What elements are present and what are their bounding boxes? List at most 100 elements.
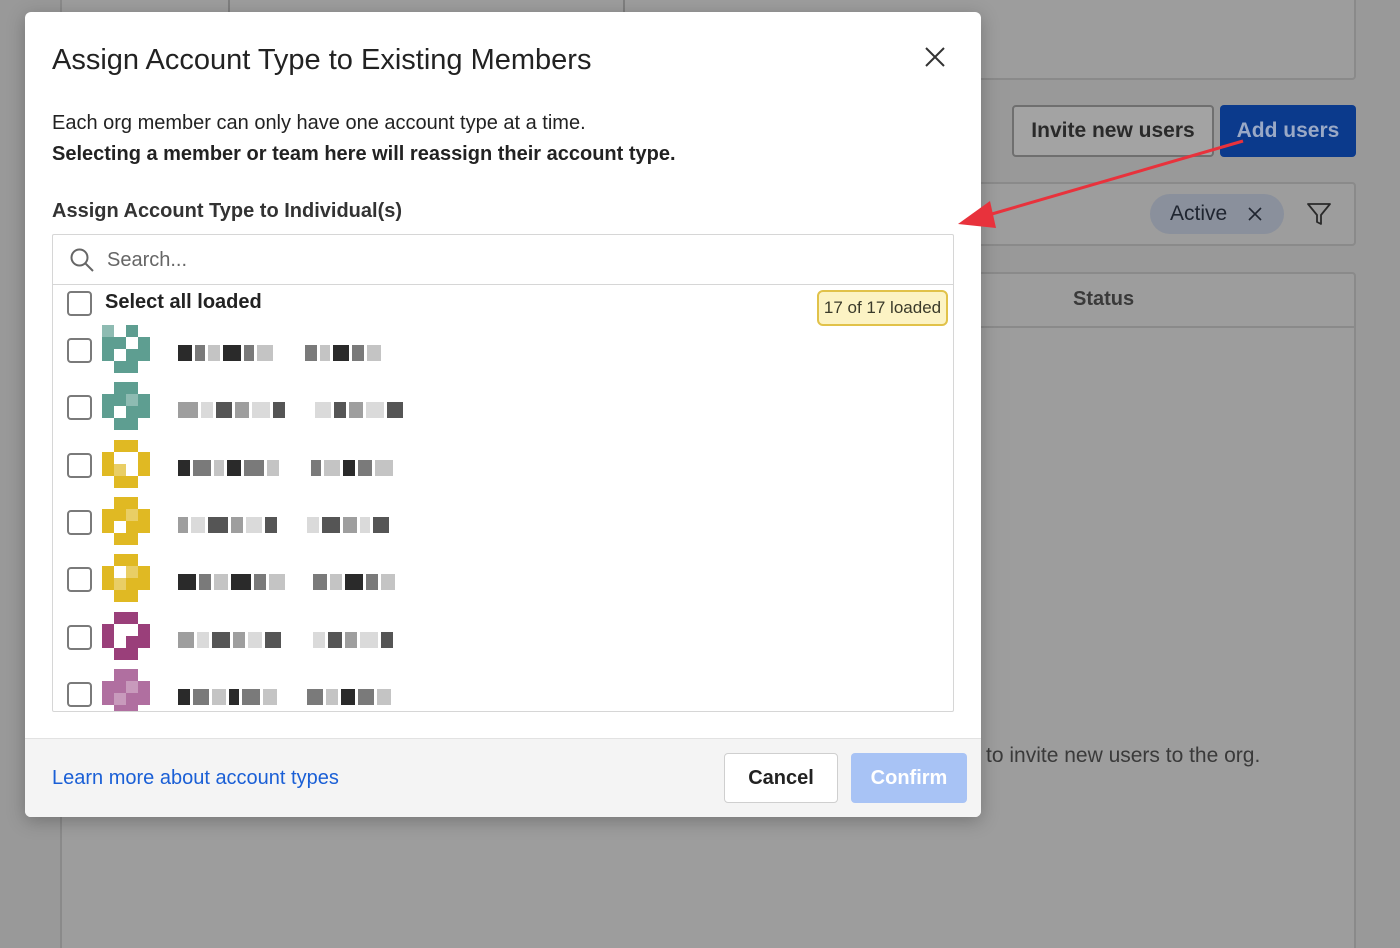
active-filter-chip[interactable]: Active [1150,194,1284,234]
avatar-pixel [126,325,138,337]
avatar-pixel [138,464,150,476]
member-row[interactable] [53,497,953,547]
avatar-pixel [138,636,150,648]
avatar-pixel [126,624,138,636]
status-column-header: Status [1073,288,1135,310]
avatar-pixel [102,361,114,373]
redacted-pixel-block [199,574,211,590]
avatar-pixel [102,418,114,430]
add-users-button[interactable]: Add users [1220,105,1356,157]
avatar-pixel [114,533,126,545]
redacted-pixel-block [263,689,277,705]
avatar-pixel [114,452,126,464]
member-row[interactable] [53,554,953,604]
redacted-pixel-block [328,632,342,648]
active-filter-label: Active [1170,202,1228,225]
member-row[interactable] [53,325,953,375]
avatar-pixel [138,349,150,361]
avatar-pixel [102,464,114,476]
member-checkbox[interactable] [67,453,92,478]
modal-description: Each org member can only have one accoun… [52,112,586,134]
member-row[interactable] [53,440,953,490]
filter-funnel-icon[interactable] [1305,200,1333,228]
avatar-pixel [102,693,114,705]
avatar-pixel [138,476,150,488]
redacted-pixel-block [178,345,192,361]
avatar-pixel [102,705,114,711]
redacted-pixel-block [352,345,364,361]
member-checkbox[interactable] [67,510,92,535]
avatar-pixel [138,406,150,418]
redacted-pixel-block [267,460,279,476]
redacted-pixel-block [214,460,224,476]
redacted-pixel-block [212,632,230,648]
select-all-checkbox[interactable] [67,291,92,316]
avatar-pixel [138,521,150,533]
confirm-button[interactable]: Confirm [851,753,967,803]
modal-warning: Selecting a member or team here will rea… [52,143,676,165]
redacted-pixel-block [322,517,340,533]
invite-new-users-button[interactable]: Invite new users [1012,105,1214,157]
avatar-pixel [126,533,138,545]
member-checkbox[interactable] [67,338,92,363]
avatar-pixel [126,705,138,711]
avatar-pixel [138,382,150,394]
member-checkbox[interactable] [67,625,92,650]
member-name-redacted [178,345,381,361]
redacted-pixel-block [214,574,228,590]
close-icon[interactable] [1247,206,1263,222]
redacted-pixel-block [233,632,245,648]
avatar-pixel [138,509,150,521]
redacted-pixel-block [282,460,308,476]
avatar-pixel [102,497,114,509]
redacted-pixel-block [280,517,304,533]
search-input[interactable] [107,243,927,277]
avatar-pixel [126,440,138,452]
avatar-pixel [102,533,114,545]
avatar [102,440,150,488]
redacted-pixel-block [265,517,277,533]
avatar-pixel [138,705,150,711]
redacted-pixel-block [367,345,381,361]
avatar-pixel [126,681,138,693]
avatar-pixel [126,636,138,648]
member-row[interactable] [53,382,953,432]
avatar-pixel [126,452,138,464]
avatar-pixel [114,636,126,648]
avatar-pixel [102,476,114,488]
redacted-pixel-block [343,517,357,533]
cancel-button[interactable]: Cancel [724,753,838,803]
avatar-pixel [102,394,114,406]
loaded-count-badge: 17 of 17 loaded [817,290,948,326]
member-name-redacted [178,632,393,648]
avatar-pixel [138,337,150,349]
avatar-pixel [114,693,126,705]
avatar-pixel [102,636,114,648]
redacted-pixel-block [231,574,251,590]
close-icon[interactable] [920,42,950,72]
avatar-pixel [138,566,150,578]
member-checkbox[interactable] [67,682,92,707]
member-row[interactable] [53,612,953,662]
member-name-redacted [178,689,391,705]
avatar-pixel [114,705,126,711]
modal-footer: Learn more about account types Cancel Co… [25,738,981,817]
redacted-pixel-block [307,517,319,533]
redacted-pixel-block [315,402,331,418]
avatar-pixel [102,566,114,578]
redacted-pixel-block [178,517,188,533]
redacted-pixel-block [313,574,327,590]
member-checkbox[interactable] [67,567,92,592]
member-checkbox[interactable] [67,395,92,420]
redacted-pixel-block [242,689,260,705]
assign-account-type-modal: Assign Account Type to Existing Members … [25,12,981,817]
learn-more-link[interactable]: Learn more about account types [52,767,339,790]
redacted-pixel-block [284,632,310,648]
avatar-pixel [126,476,138,488]
redacted-pixel-block [381,632,393,648]
avatar [102,554,150,602]
member-row[interactable] [53,669,953,711]
redacted-pixel-block [280,689,304,705]
modal-title: Assign Account Type to Existing Members [52,44,592,76]
redacted-pixel-block [326,689,338,705]
